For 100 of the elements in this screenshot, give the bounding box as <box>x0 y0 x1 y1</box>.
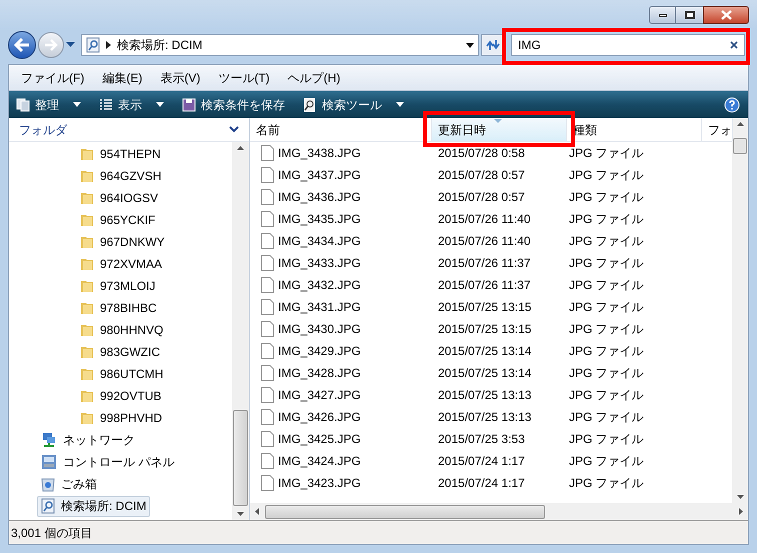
file-icon <box>261 167 274 183</box>
folder-item[interactable]: 967DNKWY <box>9 231 232 253</box>
file-icon <box>261 343 274 359</box>
refresh-icon <box>485 38 501 52</box>
folder-icon <box>80 367 94 381</box>
file-name[interactable]: IMG_3436.JPG <box>278 188 361 206</box>
table-cell: 2015/07/25 13:13 <box>438 410 532 424</box>
magnifier-page-icon <box>303 96 317 112</box>
sidebar-item[interactable]: ごみ箱 <box>37 474 101 494</box>
scroll-down-icon[interactable] <box>736 495 744 499</box>
menu-item[interactable]: 表示(V) <box>158 68 202 86</box>
folder-item[interactable]: 964GZVSH <box>9 165 232 187</box>
folders-header[interactable]: フォルダ <box>19 120 67 138</box>
address-bar[interactable]: 検索場所: DCIM <box>81 34 479 56</box>
file-name[interactable]: IMG_3429.JPG <box>278 342 361 360</box>
minimize-button[interactable] <box>649 6 676 24</box>
toolbar-button[interactable]: 表示 <box>96 94 167 116</box>
folder-item[interactable]: 978BIHBC <box>9 297 232 319</box>
clear-search-icon[interactable] <box>730 41 738 49</box>
file-icon <box>261 387 274 403</box>
file-name[interactable]: IMG_3435.JPG <box>278 210 361 228</box>
table-cell: 2015/07/25 13:14 <box>438 366 532 380</box>
vertical-scrollbar[interactable] <box>732 118 748 503</box>
file-name[interactable]: IMG_3430.JPG <box>278 320 361 338</box>
menu-item[interactable]: 編集(E) <box>100 68 144 86</box>
folder-item[interactable]: 954THEPN <box>9 143 232 165</box>
scroll-down-icon[interactable] <box>237 512 244 516</box>
folder-icon <box>80 235 94 249</box>
file-icon <box>261 299 274 315</box>
folder-item[interactable]: 980HHNVQ <box>9 319 232 341</box>
folder-icon <box>80 213 94 227</box>
menu-item[interactable]: ファイル(F) <box>19 68 86 86</box>
file-name[interactable]: IMG_3428.JPG <box>278 364 361 382</box>
search-folder-icon <box>41 498 55 514</box>
table-cell: 2015/07/24 1:17 <box>438 476 525 490</box>
caret-icon <box>396 102 404 107</box>
column-header[interactable]: 更新日時 <box>432 118 567 141</box>
toolbar-button[interactable]: 検索ツール <box>300 94 407 116</box>
file-name[interactable]: IMG_3427.JPG <box>278 386 361 404</box>
scroll-right-icon[interactable] <box>739 508 743 515</box>
folder-item[interactable]: 983GWZIC <box>9 341 232 363</box>
file-name[interactable]: IMG_3431.JPG <box>278 298 361 316</box>
file-name[interactable]: IMG_3432.JPG <box>278 276 361 294</box>
file-name[interactable]: IMG_3433.JPG <box>278 254 361 272</box>
folder-item[interactable]: 965YCKIF <box>9 209 232 231</box>
file-name[interactable]: IMG_3437.JPG <box>278 166 361 184</box>
scrollbar-thumb[interactable] <box>733 138 747 154</box>
file-icon <box>261 365 274 381</box>
close-button[interactable] <box>703 6 749 24</box>
help-icon[interactable] <box>724 96 740 112</box>
sidebar-item[interactable]: 検索場所: DCIM <box>37 496 150 516</box>
file-icon <box>261 453 274 469</box>
file-name[interactable]: IMG_3423.JPG <box>278 474 361 492</box>
toolbar-button[interactable]: 整理 <box>13 94 84 116</box>
folder-item[interactable]: 973MLOIJ <box>9 275 232 297</box>
table-cell: 2015/07/28 0:57 <box>438 190 525 204</box>
folder-item[interactable]: 998PHVHD <box>9 407 232 429</box>
table-cell: 2015/07/25 13:15 <box>438 300 532 314</box>
network-icon <box>41 432 57 448</box>
file-name[interactable]: IMG_3426.JPG <box>278 408 361 426</box>
vertical-scrollbar[interactable] <box>232 142 249 520</box>
back-button[interactable] <box>8 31 36 59</box>
collapse-chevron-icon[interactable] <box>229 126 239 133</box>
menu-item[interactable]: ヘルプ(H) <box>286 68 342 86</box>
menu-item[interactable]: ツール(T) <box>216 68 272 86</box>
scrollbar-thumb[interactable] <box>265 504 545 518</box>
file-icon <box>261 255 274 271</box>
sidebar-item[interactable]: ネットワーク <box>37 430 139 450</box>
table-cell: JPG ファイル <box>569 476 644 490</box>
scroll-left-icon[interactable] <box>255 508 259 515</box>
table-cell: JPG ファイル <box>569 146 644 160</box>
sidebar-item[interactable]: コントロール パネル <box>37 452 178 472</box>
scroll-up-icon[interactable] <box>736 122 744 126</box>
search-field[interactable]: IMG <box>511 34 745 56</box>
folder-icon <box>80 279 94 293</box>
dropdown-arrow-icon[interactable] <box>466 42 474 48</box>
file-icon <box>261 321 274 337</box>
scrollbar-thumb[interactable] <box>233 410 248 506</box>
file-name[interactable]: IMG_3434.JPG <box>278 232 361 250</box>
file-name[interactable]: IMG_3438.JPG <box>278 144 361 162</box>
breadcrumb-arrow-icon[interactable] <box>106 41 111 49</box>
horizontal-scrollbar[interactable] <box>250 503 748 520</box>
file-name[interactable]: IMG_3425.JPG <box>278 430 361 448</box>
folder-item[interactable]: 972XVMAA <box>9 253 232 275</box>
folder-item[interactable]: 992OVTUB <box>9 385 232 407</box>
table-cell: 2015/07/25 3:53 <box>438 432 525 446</box>
caret-icon <box>156 102 164 107</box>
table-cell: 2015/07/24 1:17 <box>438 454 525 468</box>
pages-icon <box>16 98 30 112</box>
maximize-button[interactable] <box>676 6 703 24</box>
table-cell: 2015/07/28 0:58 <box>438 146 525 160</box>
folder-item[interactable]: 964IOGSV <box>9 187 232 209</box>
toolbar-button[interactable]: 検索条件を保存 <box>179 94 288 116</box>
table-cell: JPG ファイル <box>569 432 644 446</box>
table-cell: JPG ファイル <box>569 278 644 292</box>
folder-icon <box>80 389 94 403</box>
scroll-up-icon[interactable] <box>237 146 244 150</box>
folder-item[interactable]: 986UTCMH <box>9 363 232 385</box>
file-name[interactable]: IMG_3424.JPG <box>278 452 361 470</box>
folder-icon <box>80 147 94 161</box>
